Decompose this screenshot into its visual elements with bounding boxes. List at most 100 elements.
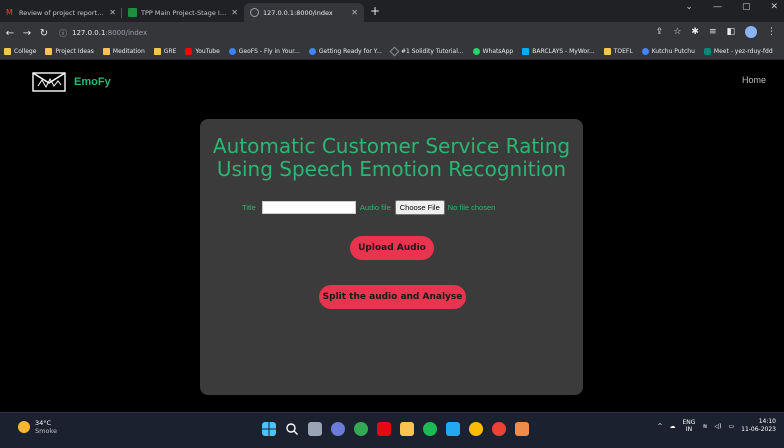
weather-widget[interactable]: 34°C Smoke: [18, 419, 57, 435]
bookmarks-bar: College Project Ideas Meditation GRE You…: [0, 44, 784, 60]
bookmark-meet[interactable]: Meet - yez-rduy-fdd: [703, 48, 773, 55]
tab-review[interactable]: M Review of project report - mihir. ✕: [0, 3, 122, 22]
bookmark-solidity[interactable]: #1 Solidity Tutorial...: [389, 46, 464, 57]
bookmark-label: GeoFS - Fly in Your...: [238, 48, 300, 55]
bookmark-gre[interactable]: GRE: [153, 48, 177, 55]
close-icon[interactable]: ✕: [351, 8, 358, 17]
clock[interactable]: 14:10 11-06-2023: [741, 418, 776, 434]
task-view-icon[interactable]: [308, 422, 322, 436]
battery-icon[interactable]: ▭: [728, 423, 734, 430]
chat-icon[interactable]: [331, 422, 345, 436]
bookmark-label: Kutchu Putchu: [651, 48, 695, 55]
share-icon[interactable]: ⇪: [656, 27, 664, 37]
bookmark-star-icon[interactable]: ☆: [673, 27, 681, 37]
reload-icon[interactable]: ↻: [37, 28, 51, 39]
title-input[interactable]: [261, 201, 356, 214]
folder-icon: [603, 48, 611, 55]
folder-icon: [45, 48, 53, 55]
folder-icon: [102, 48, 110, 55]
bookmark-geofs[interactable]: GeoFS - Fly in Your...: [228, 48, 300, 55]
cloud-icon[interactable]: ☁: [670, 423, 676, 430]
url-host: 127.0.0.1: [72, 29, 106, 37]
youtube-icon: [185, 48, 193, 55]
wifi-icon[interactable]: ≋: [702, 423, 707, 430]
netflix-icon[interactable]: [377, 422, 391, 436]
close-icon[interactable]: ✕: [231, 8, 238, 17]
language-indicator[interactable]: ENG IN: [683, 419, 696, 433]
close-icon[interactable]: ✕: [109, 8, 116, 17]
chrome-active-icon[interactable]: [492, 422, 506, 436]
page-title: Automatic Customer Service Rating Using …: [200, 135, 583, 181]
url-input[interactable]: ⓘ 127.0.0.1:8000/index: [59, 26, 619, 41]
window-controls: ⌄ — ▢ ✕: [685, 2, 778, 12]
spotify-icon[interactable]: [423, 422, 437, 436]
bookmark-toefl[interactable]: TOEFL: [603, 48, 633, 55]
sidepanel-icon[interactable]: ◧: [726, 27, 735, 37]
clock-time: 14:10: [758, 418, 776, 425]
close-window-icon[interactable]: ✕: [770, 2, 778, 12]
bookmark-getting-ready[interactable]: Getting Ready for Y...: [308, 48, 382, 55]
bookmark-barclays[interactable]: BARCLAYS - MyWor...: [522, 48, 595, 55]
bookmark-label: BARCLAYS - MyWor...: [532, 48, 595, 55]
upload-audio-button[interactable]: Upload Audio: [350, 236, 434, 260]
bookmark-kutchu-putchu[interactable]: Kutchu Putchu: [641, 48, 695, 55]
info-icon[interactable]: ⓘ: [59, 28, 67, 39]
title-line-2: Using Speech Emotion Recognition: [216, 157, 567, 181]
file-explorer-icon[interactable]: [400, 422, 414, 436]
taskbar: 34°C Smoke ^ ☁ ENG IN ≋ ◁) ▭ 14:10 11-06…: [0, 412, 784, 448]
split-analyse-button[interactable]: Split the audio and Analyse: [319, 285, 466, 309]
bookmark-label: TOEFL: [613, 48, 633, 55]
tab-tpp[interactable]: TPP Main Project-Stage II- Sem V ✕: [122, 3, 244, 22]
brand-name: EmoFy: [74, 76, 111, 88]
maximize-icon[interactable]: ▢: [742, 2, 751, 12]
tab-strip: M Review of project report - mihir. ✕ TP…: [0, 0, 784, 22]
bookmark-label: GRE: [163, 48, 177, 55]
bookmark-label: WhatsApp: [482, 48, 514, 55]
chrome-icon[interactable]: [354, 422, 368, 436]
vscode-icon[interactable]: [446, 422, 460, 436]
taskbar-apps: [262, 422, 529, 436]
language-code: ENG: [682, 419, 696, 426]
menu-icon[interactable]: ⋮: [767, 27, 776, 37]
sticky-app-icon[interactable]: [515, 422, 529, 436]
title-label: Title: [242, 203, 256, 212]
home-link[interactable]: Home: [742, 75, 766, 85]
envelope-wave-icon: [32, 72, 66, 92]
geofs-icon: [228, 48, 236, 55]
bookmark-youtube[interactable]: YouTube: [185, 48, 220, 55]
chrome-alt-icon[interactable]: [469, 422, 483, 436]
back-icon[interactable]: ←: [3, 28, 17, 39]
title-line-1: Automatic Customer Service Rating: [212, 134, 571, 158]
region-code: IN: [685, 426, 693, 433]
address-bar: ← → ↻ ⓘ 127.0.0.1:8000/index ⇪ ☆ ✱ ≡ ◧ ⋮: [0, 22, 784, 44]
chevron-up-icon[interactable]: ^: [657, 423, 662, 430]
minimize-icon[interactable]: —: [713, 2, 722, 12]
chevron-down-icon[interactable]: ⌄: [685, 2, 693, 12]
choose-file-button[interactable]: Choose File: [394, 200, 445, 215]
bookmark-whatsapp[interactable]: WhatsApp: [472, 48, 514, 55]
bookmark-project-ideas[interactable]: Project Ideas: [45, 48, 94, 55]
search-icon[interactable]: [285, 422, 299, 436]
tab-title: TPP Main Project-Stage II- Sem V: [141, 8, 227, 17]
bookmark-meditation[interactable]: Meditation: [102, 48, 145, 55]
upload-card: Automatic Customer Service Rating Using …: [200, 119, 583, 395]
avatar[interactable]: [745, 26, 757, 38]
gmail-icon: M: [6, 8, 13, 17]
volume-icon[interactable]: ◁): [714, 423, 721, 430]
new-tab-button[interactable]: +: [370, 3, 380, 22]
brand-logo[interactable]: EmoFy: [32, 72, 111, 92]
bookmark-college[interactable]: College: [4, 48, 36, 55]
barclays-icon: [522, 48, 530, 55]
weather-temp: 34°C: [35, 419, 52, 427]
tab-title: 127.0.0.1:8000/index: [263, 8, 333, 17]
forward-icon[interactable]: →: [20, 28, 34, 39]
reading-list-icon[interactable]: ≡: [709, 27, 717, 37]
tab-index[interactable]: 127.0.0.1:8000/index ✕: [244, 3, 364, 22]
windows-start-icon[interactable]: [262, 422, 276, 436]
bookmark-label: Meditation: [112, 48, 145, 55]
chrome-icon: [308, 48, 316, 55]
extensions-icon[interactable]: ✱: [691, 27, 699, 37]
globe-icon: [250, 8, 259, 17]
bookmark-label: Getting Ready for Y...: [318, 48, 382, 55]
url-path: :8000/index: [105, 29, 148, 37]
